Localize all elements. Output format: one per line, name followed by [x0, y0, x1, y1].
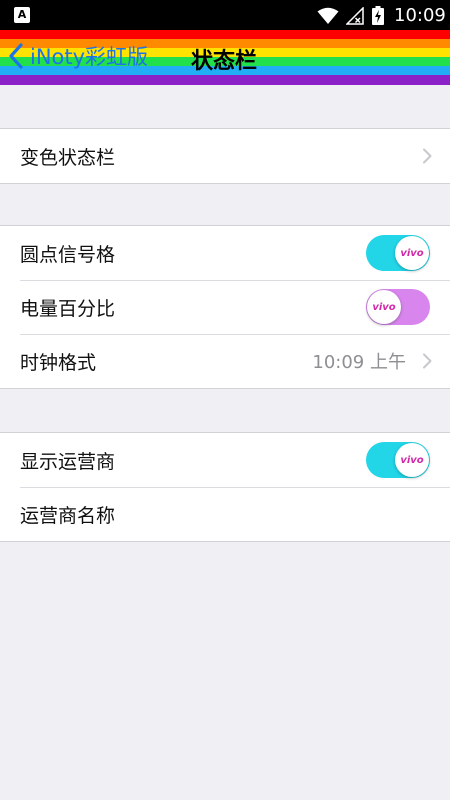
- row-label: 显示运营商: [20, 450, 116, 473]
- page-title: 状态栏: [190, 49, 257, 74]
- row-dot-signal: 圆点信号格 vivo: [0, 226, 450, 280]
- chevron-right-icon: [423, 148, 432, 164]
- dot-signal-toggle[interactable]: vivo: [366, 235, 430, 271]
- navigation-bar: iNoty彩虹版 状态栏: [0, 30, 450, 85]
- clock-format-value: 10:09 上午: [312, 352, 406, 373]
- show-carrier-toggle[interactable]: vivo: [366, 442, 430, 478]
- row-label: 圆点信号格: [20, 243, 116, 266]
- toggle-knob: vivo: [395, 443, 429, 477]
- battery-percent-toggle[interactable]: vivo: [366, 289, 430, 325]
- clock: 10:09: [394, 5, 446, 26]
- settings-group-indicators: 圆点信号格 vivo 电量百分比 vivo 时钟格式 10:09 上午: [0, 225, 450, 389]
- toggle-knob: vivo: [367, 290, 401, 324]
- row-carrier-name[interactable]: 运营商名称: [0, 487, 450, 541]
- toggle-knob: vivo: [395, 236, 429, 270]
- row-label: 电量百分比: [20, 297, 116, 320]
- app-notification-icon: A: [14, 7, 30, 23]
- row-label: 变色状态栏: [20, 146, 116, 169]
- row-color-statusbar[interactable]: 变色状态栏: [0, 129, 450, 183]
- settings-group-carrier: 显示运营商 vivo 运营商名称: [0, 432, 450, 542]
- row-label: 运营商名称: [20, 504, 116, 527]
- wifi-icon: [317, 7, 339, 24]
- row-label: 时钟格式: [20, 351, 97, 374]
- status-bar: A 10:09: [0, 0, 450, 30]
- no-signal-icon: [346, 7, 364, 25]
- row-battery-percent: 电量百分比 vivo: [0, 280, 450, 334]
- settings-group-color: 变色状态栏: [0, 128, 450, 184]
- battery-charging-icon: [372, 6, 384, 25]
- chevron-right-icon: [423, 353, 432, 369]
- row-clock-format[interactable]: 时钟格式 10:09 上午: [0, 334, 450, 388]
- row-show-carrier: 显示运营商 vivo: [0, 433, 450, 487]
